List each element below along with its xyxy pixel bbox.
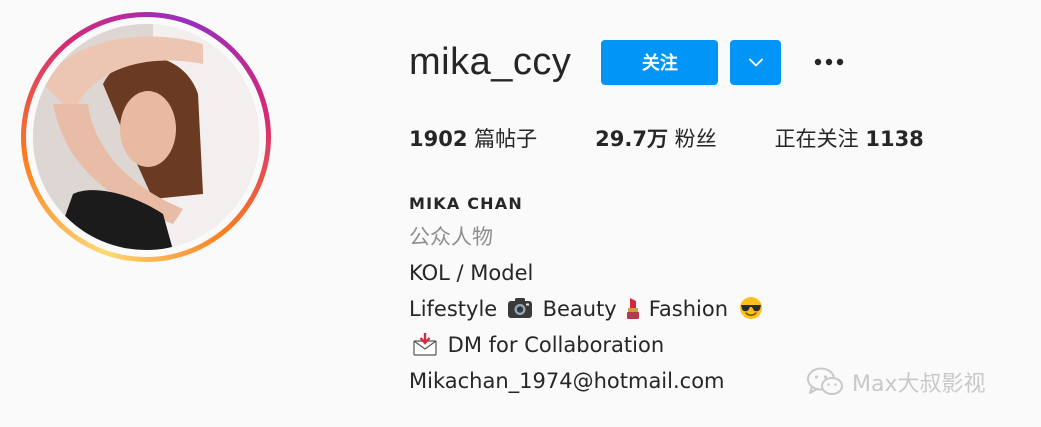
followers-label: 粉丝 (667, 127, 717, 151)
more-options-icon (815, 58, 844, 66)
more-options-button[interactable] (811, 47, 847, 77)
following-count: 1138 (865, 127, 924, 151)
category-label: 公众人物 (409, 225, 493, 249)
posts-stat: 1902 篇帖子 (409, 123, 537, 153)
lipstick-icon (626, 298, 639, 319)
camera-icon (507, 298, 532, 318)
avatar[interactable] (33, 24, 259, 250)
bio-line-2: Lifestyle Beauty Fashion (409, 291, 767, 327)
posts-label: 篇帖子 (467, 127, 538, 151)
bio-line-2-beauty: Beauty (535, 297, 617, 321)
follow-button[interactable]: 关注 (601, 39, 719, 85)
suggestions-dropdown-button[interactable] (730, 39, 782, 85)
bio-line-2-lifestyle: Lifestyle (409, 297, 504, 321)
inbox-tray-icon (413, 333, 437, 356)
full-name: MIKA CHAN (409, 194, 523, 213)
posts-count: 1902 (409, 127, 468, 151)
profile-header: mika_ccy 关注 (409, 36, 847, 88)
email-link[interactable]: Mikachan_1974@hotmail.com (409, 363, 767, 399)
bio-line-3-text: DM for Collaboration (441, 333, 665, 357)
profile-stats: 1902 篇帖子 29.7万 粉丝 正在关注 1138 (409, 123, 982, 153)
watermark: Max大叔影视 (806, 366, 985, 398)
bio-line-1: KOL / Model (409, 261, 534, 285)
following-stat[interactable]: 正在关注 1138 (775, 123, 924, 153)
bio-line-3: DM for Collaboration (409, 327, 767, 363)
username: mika_ccy (409, 40, 572, 83)
story-ring[interactable] (21, 12, 271, 262)
following-label: 正在关注 (774, 127, 866, 151)
chevron-down-icon (748, 58, 763, 66)
followers-count: 29.7万 (595, 127, 668, 151)
bio-line-2-fashion: Fashion (648, 297, 735, 321)
sunglasses-face-icon (739, 297, 762, 319)
followers-stat[interactable]: 29.7万 粉丝 (595, 123, 717, 153)
profile-photo (33, 24, 259, 250)
watermark-text: Max大叔影视 (852, 372, 986, 397)
profile-bio: MIKA CHAN 公众人物 KOL / Model Lifestyle Bea… (409, 193, 767, 399)
wechat-icon (807, 367, 843, 395)
